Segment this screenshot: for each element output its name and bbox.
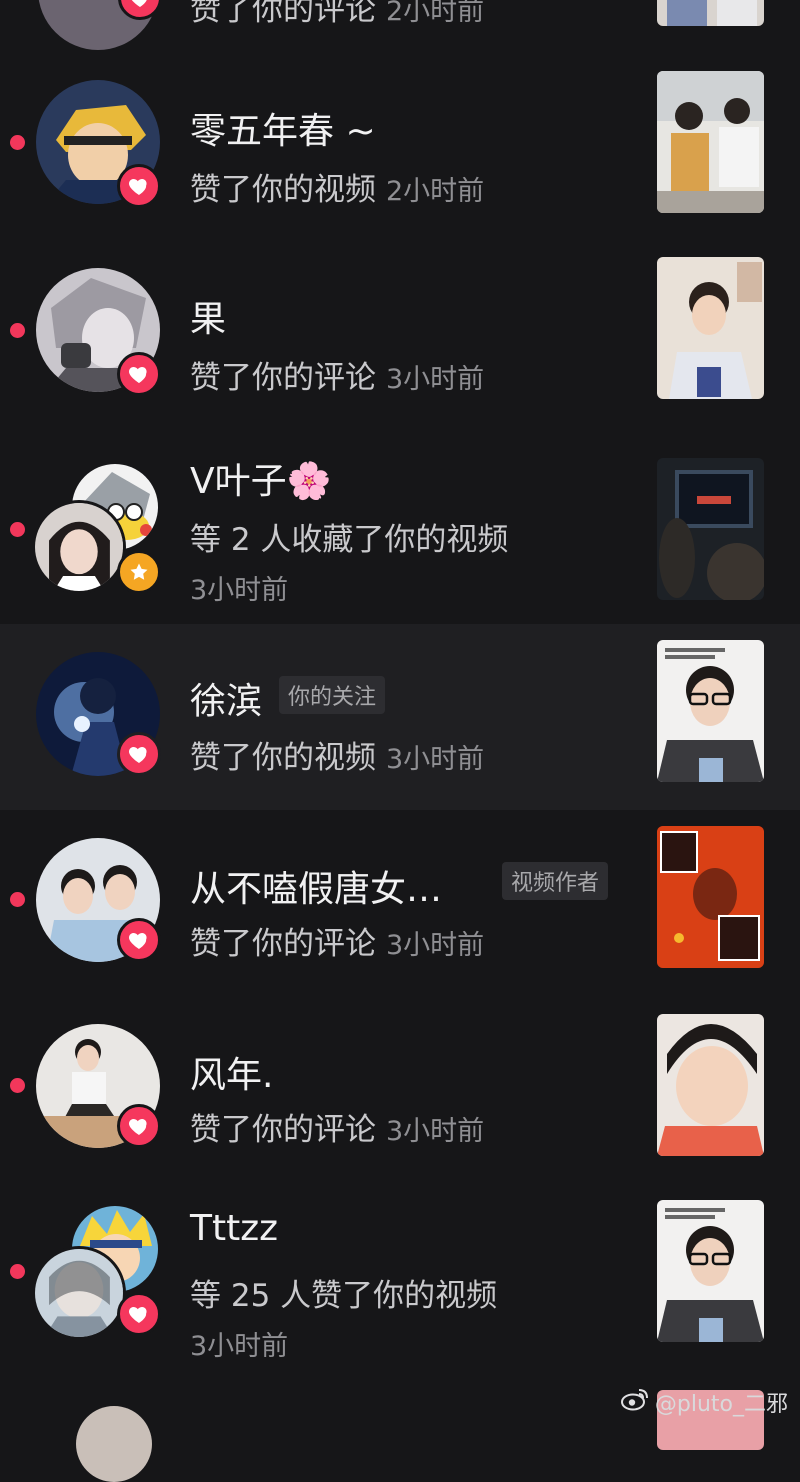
- user-name[interactable]: 徐滨: [190, 672, 262, 724]
- heart-icon: [117, 918, 161, 962]
- user-name[interactable]: 风年.: [190, 1046, 273, 1098]
- timestamp: 3小时前: [190, 575, 289, 606]
- timestamp: 3小时前: [386, 930, 485, 961]
- unread-dot: [10, 892, 25, 907]
- notification-row[interactable]: 风年. 赞了你的评论 3小时前: [0, 998, 800, 1186]
- unread-dot: [10, 1264, 25, 1279]
- user-name[interactable]: V叶子🌸: [190, 452, 331, 504]
- notification-row[interactable]: 徐滨 你的关注 赞了你的视频 3小时前: [0, 624, 800, 810]
- notification-action: 等 2 人收藏了你的视频: [190, 522, 509, 558]
- notification-row-partial[interactable]: 赞了你的评论 2小时前: [0, 0, 800, 50]
- avatar[interactable]: [32, 1246, 126, 1340]
- flower-emoji: 🌸: [286, 461, 332, 502]
- notification-action: 赞了你的评论 3小时前: [190, 1112, 485, 1148]
- heart-icon: [117, 1292, 161, 1336]
- avatar[interactable]: [76, 1406, 152, 1482]
- heart-icon: [117, 352, 161, 396]
- watermark: @pluto_二邪: [620, 1386, 788, 1418]
- watermark-text: @pluto_二邪: [654, 1392, 788, 1417]
- notification-row[interactable]: 零五年春 ~ 赞了你的视频 2小时前: [0, 60, 800, 248]
- notification-row[interactable]: V叶子🌸 等 2 人收藏了你的视频 3小时前: [0, 436, 800, 624]
- heart-icon: [117, 732, 161, 776]
- video-thumbnail[interactable]: [657, 826, 764, 968]
- heart-icon: [117, 1104, 161, 1148]
- timestamp: 2小时前: [386, 176, 485, 207]
- video-thumbnail[interactable]: [657, 640, 764, 782]
- notification-row[interactable]: 从不嗑假唐女… 视频作者 赞了你的评论 3小时前: [0, 810, 800, 998]
- notification-action: 赞了你的评论 2小时前: [190, 0, 485, 28]
- user-name[interactable]: 从不嗑假唐女…: [190, 860, 442, 912]
- user-name[interactable]: Tttzz: [190, 1208, 278, 1249]
- timestamp: 3小时前: [386, 1116, 485, 1147]
- timestamp: 3小时前: [386, 744, 485, 775]
- video-thumbnail[interactable]: [657, 257, 764, 399]
- notification-action: 赞了你的视频 3小时前: [190, 740, 485, 776]
- weibo-icon: [620, 1387, 649, 1417]
- notification-action: 赞了你的评论 3小时前: [190, 360, 485, 396]
- following-tag: 你的关注: [279, 676, 386, 714]
- video-author-tag: 视频作者: [502, 862, 609, 900]
- video-thumbnail[interactable]: [657, 458, 764, 600]
- unread-dot: [10, 1078, 25, 1093]
- notification-row[interactable]: Tttzz 等 25 人赞了你的视频 3小时前: [0, 1186, 800, 1374]
- user-name[interactable]: 果: [190, 290, 226, 342]
- timestamp: 3小时前: [190, 1331, 289, 1362]
- notification-action: 赞了你的视频 2小时前: [190, 172, 485, 208]
- notification-action: 赞了你的评论 3小时前: [190, 926, 485, 962]
- unread-dot: [10, 522, 25, 537]
- video-thumbnail[interactable]: [657, 1200, 764, 1342]
- video-thumbnail[interactable]: [657, 0, 764, 26]
- video-thumbnail[interactable]: [657, 1014, 764, 1156]
- heart-icon: [117, 164, 161, 208]
- user-name[interactable]: 零五年春 ~: [190, 102, 376, 154]
- star-icon: [117, 550, 161, 594]
- timestamp: 3小时前: [386, 364, 485, 395]
- notification-row[interactable]: 果 赞了你的评论 3小时前: [0, 248, 800, 436]
- unread-dot: [10, 135, 25, 150]
- notification-action: 等 25 人赞了你的视频: [190, 1278, 498, 1314]
- video-thumbnail[interactable]: [657, 71, 764, 213]
- unread-dot: [10, 323, 25, 338]
- avatar[interactable]: [32, 500, 126, 594]
